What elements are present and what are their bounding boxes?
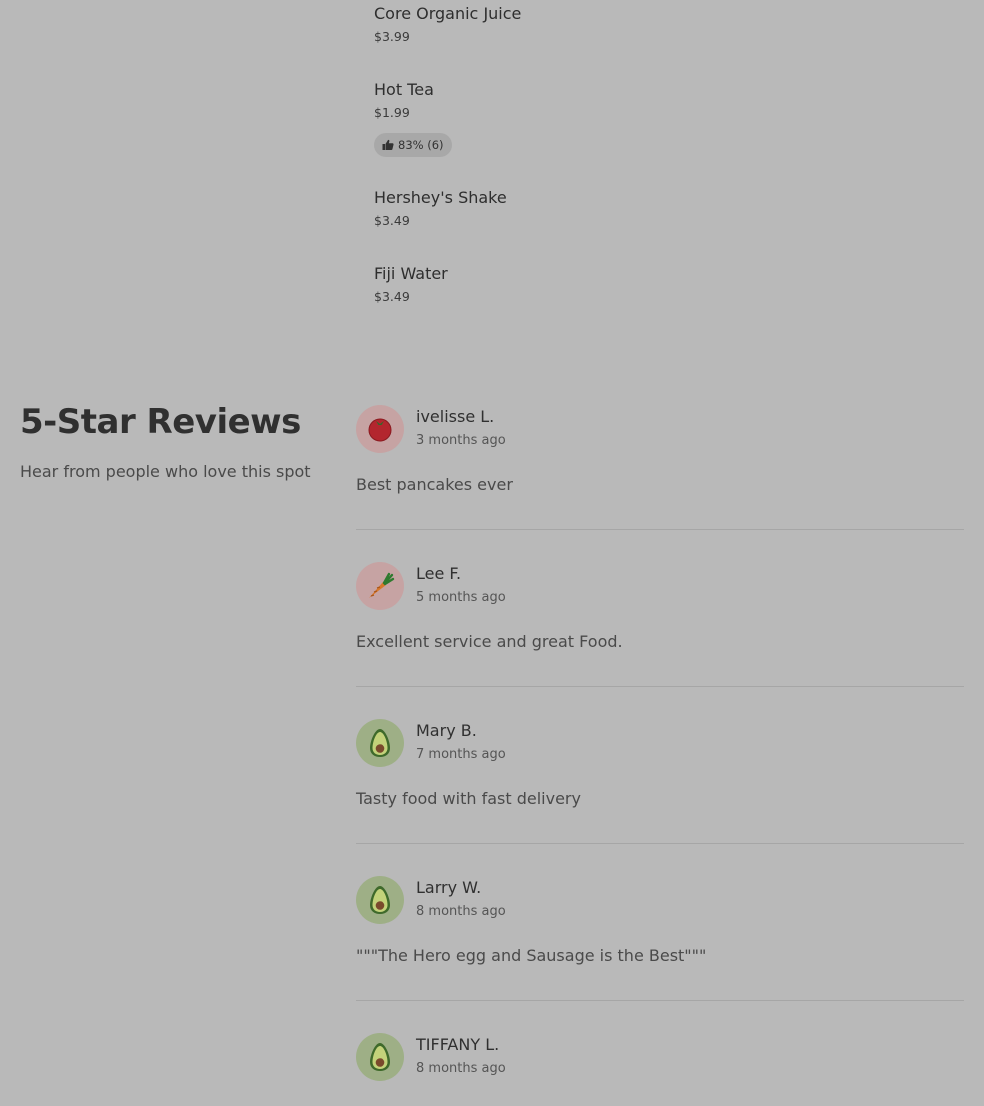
- menu-item-price: $3.49: [374, 289, 410, 304]
- review-text: Best pancakes ever: [356, 475, 513, 494]
- rating-text: 83% (6): [398, 138, 444, 152]
- menu-item[interactable]: Hot Tea $1.99 83% (6): [374, 80, 452, 157]
- menu-item-name: Fiji Water: [374, 264, 448, 283]
- menu-item-name: Core Organic Juice: [374, 4, 522, 23]
- review-time: 8 months ago: [416, 1061, 506, 1076]
- avatar: [356, 1033, 404, 1081]
- menu-item-price: $3.99: [374, 29, 410, 44]
- review-author: Lee F.: [416, 564, 462, 583]
- avatar: [356, 405, 404, 453]
- divider: [356, 686, 964, 687]
- page: Core Organic Juice $3.99 Hot Tea $1.99 8…: [0, 0, 984, 1106]
- review-text: Tasty food with fast delivery: [356, 789, 581, 808]
- divider: [356, 1000, 964, 1001]
- menu-item-price: $3.49: [374, 213, 410, 228]
- rating-badge: 83% (6): [374, 133, 452, 157]
- reviews-subtitle: Hear from people who love this spot: [20, 462, 311, 481]
- tomato-icon: [368, 418, 392, 442]
- review-author: Mary B.: [416, 721, 477, 740]
- review-card: Lee F. 5 months ago Excellent service an…: [356, 562, 964, 719]
- carrot-icon: [369, 572, 395, 598]
- review-time: 8 months ago: [416, 904, 506, 919]
- reviews-title: 5-Star Reviews: [20, 402, 301, 442]
- avocado-icon: [370, 729, 390, 757]
- review-author: Larry W.: [416, 878, 482, 897]
- menu-item[interactable]: Fiji Water $3.49: [374, 264, 448, 305]
- review-card: Mary B. 7 months ago Tasty food with fas…: [356, 719, 964, 876]
- avocado-icon: [370, 886, 390, 914]
- review-time: 3 months ago: [416, 433, 506, 448]
- review-text: """The Hero egg and Sausage is the Best"…: [356, 946, 707, 965]
- menu-item[interactable]: Core Organic Juice $3.99: [374, 4, 521, 45]
- review-author: TIFFANY L.: [416, 1035, 500, 1054]
- review-card: TIFFANY L. 8 months ago: [356, 1033, 964, 1106]
- review-card: ivelisse L. 3 months ago Best pancakes e…: [356, 405, 964, 562]
- menu-item-price: $1.99: [374, 105, 410, 120]
- divider: [356, 843, 964, 844]
- avatar: [356, 719, 404, 767]
- review-time: 5 months ago: [416, 590, 506, 605]
- menu-item[interactable]: Hershey's Shake $3.49: [374, 188, 507, 229]
- divider: [356, 529, 964, 530]
- menu-item-name: Hershey's Shake: [374, 188, 507, 207]
- thumbs-up-icon: [382, 139, 394, 150]
- avatar: [356, 876, 404, 924]
- menu-item-name: Hot Tea: [374, 80, 434, 99]
- avatar: [356, 562, 404, 610]
- review-author: ivelisse L.: [416, 407, 495, 426]
- review-card: Larry W. 8 months ago """The Hero egg an…: [356, 876, 964, 1033]
- avocado-icon: [370, 1043, 390, 1071]
- review-text: Excellent service and great Food.: [356, 632, 623, 651]
- review-time: 7 months ago: [416, 747, 506, 762]
